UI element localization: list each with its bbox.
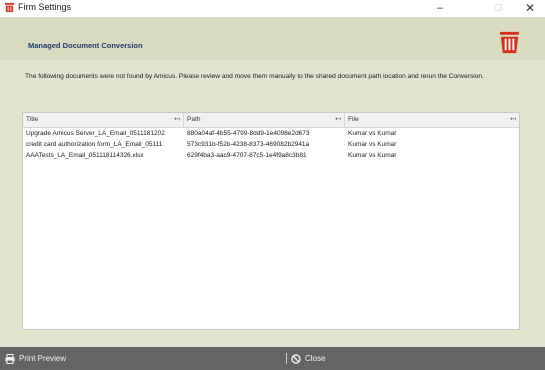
printer-icon (5, 353, 15, 364)
footer-toolbar: Print Preview Close (0, 347, 545, 370)
close-label: Close (305, 354, 326, 363)
cell-file: Kumar vs Kumar (348, 141, 397, 148)
cell-file: Kumar vs Kumar (348, 152, 397, 159)
title-bar: Firm Settings – □ ✕ (0, 0, 545, 17)
pin-icon[interactable]: ↤ (510, 113, 516, 127)
table-row[interactable]: AAATests_LA_Email_051118114326.xlsx 629f… (23, 150, 519, 161)
close-window-button[interactable]: ✕ (515, 0, 545, 17)
divider (286, 353, 287, 365)
print-preview-label: Print Preview (19, 354, 67, 363)
header-band (0, 17, 545, 60)
cell-file: Kumar vs Kumar (348, 130, 397, 137)
column-header-label: Path (187, 116, 201, 123)
maximize-button[interactable]: □ (483, 0, 513, 17)
instruction-message: The following documents were not found b… (25, 73, 484, 80)
amicus-logo-icon (499, 31, 520, 54)
cell-title: Upgrade Amicus Server_LA_Email_051118120… (26, 130, 165, 137)
column-header-label: File (348, 116, 359, 123)
cell-title: AAATests_LA_Email_051118114326.xlsx (26, 152, 144, 159)
close-button[interactable]: Close (286, 352, 325, 365)
pin-icon[interactable]: ↤ (174, 113, 180, 127)
table-row[interactable]: credit card authorization form_LA_Email_… (23, 139, 519, 150)
page-title: Managed Document Conversion (28, 41, 143, 50)
cell-title: credit card authorization form_LA_Email_… (26, 141, 163, 148)
cell-path: 880a04af-4b55-4799-8dd9-1e4098e2d673 (187, 130, 310, 137)
amicus-logo-icon (4, 2, 15, 13)
column-header-file[interactable]: File ↤ (345, 113, 519, 127)
column-header-path[interactable]: Path ↤ (184, 113, 345, 127)
grid-header: Title ↤ Path ↤ File ↤ (23, 113, 519, 128)
documents-grid[interactable]: Title ↤ Path ↤ File ↤ Upgrade Amicus Ser… (22, 112, 520, 330)
column-header-label: Title (26, 116, 39, 123)
print-preview-button[interactable]: Print Preview (5, 352, 66, 365)
minimize-button[interactable]: – (425, 0, 455, 17)
window-title: Firm Settings (18, 2, 72, 12)
column-header-title[interactable]: Title ↤ (23, 113, 184, 127)
cell-path: 629f4ba3-aac9-4707-87c5-1e4f9a8c3b81 (187, 152, 307, 159)
no-entry-icon (291, 354, 301, 364)
table-row[interactable]: Upgrade Amicus Server_LA_Email_051118120… (23, 128, 519, 139)
cell-path: 573c931b-f52b-4238-8373-469082b2941a (187, 141, 310, 148)
pin-icon[interactable]: ↤ (335, 113, 341, 127)
